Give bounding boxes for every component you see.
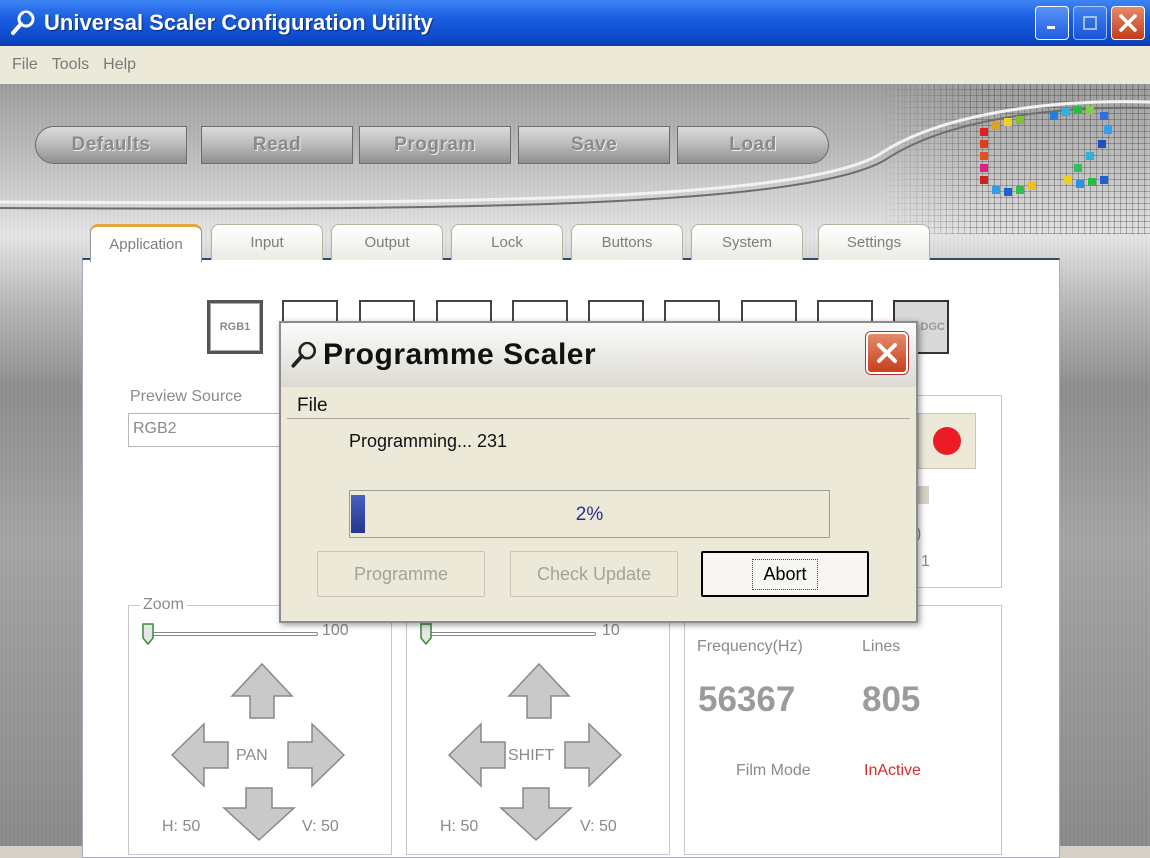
dialog-close-button[interactable] <box>866 332 908 374</box>
read-button[interactable]: Read <box>201 126 353 164</box>
shift-right-arrow-icon[interactable] <box>563 722 623 788</box>
defaults-button[interactable]: Defaults <box>35 126 187 164</box>
tab-output[interactable]: Output <box>331 224 443 260</box>
shift-h-value: H: 50 <box>440 818 479 835</box>
pan-left-arrow-icon[interactable] <box>170 722 230 788</box>
pan-up-arrow-icon[interactable] <box>230 662 294 720</box>
pan-right-arrow-icon[interactable] <box>286 722 346 788</box>
lines-value: 805 <box>862 680 921 719</box>
wrench-icon <box>289 340 319 370</box>
menu-bar: File Tools Help <box>0 46 1150 84</box>
check-update-button-label: Check Update <box>536 563 652 584</box>
programming-status: Programming... 231 <box>349 431 508 451</box>
programme-button-label: Programme <box>353 563 449 584</box>
zoom-slider-track <box>146 632 318 636</box>
tab-buttons[interactable]: Buttons <box>571 224 683 260</box>
tab-input[interactable]: Input <box>211 224 323 260</box>
frequency-value: 56367 <box>698 680 796 719</box>
program-button[interactable]: Program <box>359 126 511 164</box>
progress-percent: 2% <box>575 504 604 525</box>
menu-file[interactable]: File <box>12 56 38 74</box>
partial-value: 1 <box>921 553 930 570</box>
load-button[interactable]: Load <box>677 126 829 164</box>
record-icon <box>933 427 961 455</box>
menu-help[interactable]: Help <box>103 56 136 74</box>
preview-source-field[interactable]: RGB2 <box>128 413 288 447</box>
shift-slider-max: 10 <box>602 622 620 639</box>
film-mode-value: InActive <box>864 762 921 779</box>
zoom-label: Zoom <box>140 596 187 614</box>
frequency-label: Frequency(Hz) <box>697 638 803 655</box>
zoom-slider-thumb[interactable] <box>142 623 154 645</box>
pan-label: PAN <box>236 747 268 764</box>
shift-up-arrow-icon[interactable] <box>507 662 571 720</box>
lines-label: Lines <box>862 638 901 655</box>
close-button[interactable] <box>1111 6 1145 40</box>
title-bar: Universal Scaler Configuration Utility <box>0 0 1150 46</box>
wrench-icon <box>6 6 40 40</box>
shift-v-value: V: 50 <box>580 818 617 835</box>
film-mode-label: Film Mode <box>736 762 811 779</box>
programme-button: Programme <box>317 551 485 597</box>
minimize-icon <box>1047 26 1055 29</box>
tab-lock[interactable]: Lock <box>451 224 563 260</box>
dialog-title-bar: Programme Scaler <box>281 323 916 387</box>
dialog-menu-file[interactable]: File <box>297 395 328 417</box>
shift-slider-track <box>424 632 596 636</box>
shift-slider-thumb[interactable] <box>420 623 432 645</box>
pan-h-value: H: 50 <box>162 818 201 835</box>
shift-down-arrow-icon[interactable] <box>499 786 573 842</box>
maximize-icon <box>1083 16 1097 30</box>
pan-down-arrow-icon[interactable] <box>222 786 296 842</box>
check-update-button: Check Update <box>510 551 678 597</box>
abort-button-label: Abort <box>752 558 818 590</box>
progress-bar: 2% <box>349 490 830 538</box>
brand-logo <box>980 106 1112 196</box>
tab-settings[interactable]: Settings <box>818 224 930 260</box>
window-title: Universal Scaler Configuration Utility <box>44 10 433 35</box>
dialog-title: Programme Scaler <box>323 338 597 371</box>
maximize-button[interactable] <box>1073 6 1107 40</box>
pan-v-value: V: 50 <box>302 818 339 835</box>
record-button[interactable] <box>918 413 976 469</box>
tab-system[interactable]: System <box>691 224 803 260</box>
source-button-rgb1[interactable]: RGB1 <box>207 300 263 354</box>
minimize-button[interactable] <box>1035 6 1069 40</box>
close-icon <box>877 343 897 363</box>
menu-tools[interactable]: Tools <box>52 56 89 74</box>
save-button[interactable]: Save <box>518 126 670 164</box>
shift-left-arrow-icon[interactable] <box>447 722 507 788</box>
tab-application[interactable]: Application <box>90 224 202 262</box>
close-icon <box>1119 14 1137 32</box>
shift-label: SHIFT <box>508 747 555 764</box>
zoom-slider-max: 100 <box>322 622 349 639</box>
abort-button[interactable]: Abort <box>701 551 869 597</box>
preview-source-label: Preview Source <box>130 388 243 405</box>
